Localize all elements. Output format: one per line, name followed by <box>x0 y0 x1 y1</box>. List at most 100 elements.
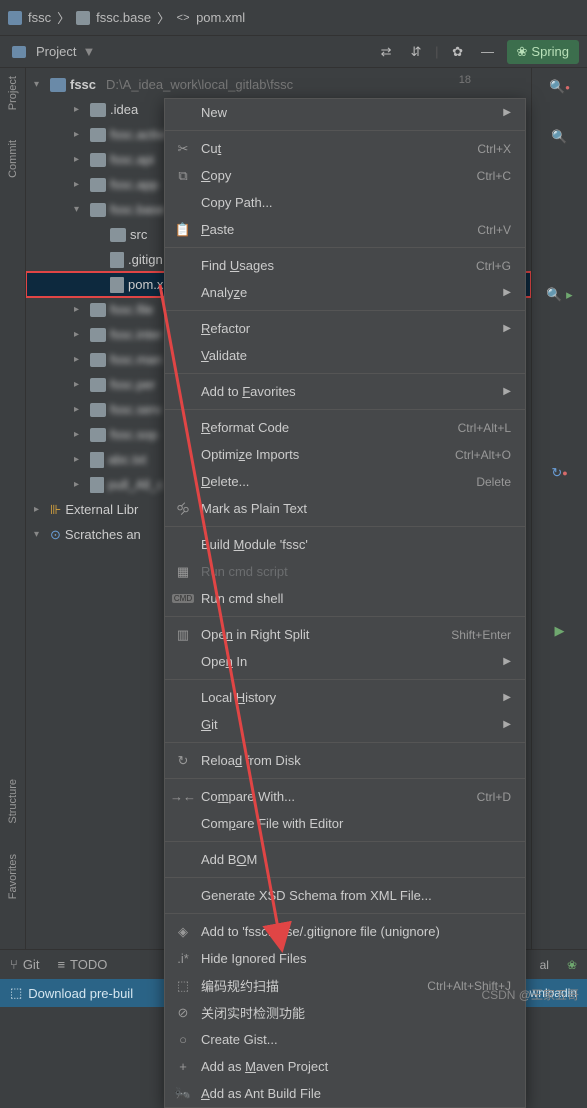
tree-label: fssc.file <box>110 302 153 317</box>
menu-item[interactable]: .i*Hide Ignored Files <box>165 945 525 972</box>
bc-root[interactable]: fssc <box>28 10 51 25</box>
menu-shortcut: Ctrl+D <box>477 790 511 804</box>
chevron-right-icon: ▸ <box>74 354 86 365</box>
toolbar: Project ▼ ⇄ ⇵ | ✿ — ❀ Spring <box>0 36 587 68</box>
tree-label: .idea <box>110 102 138 117</box>
menu-item[interactable]: 🐜Add as Ant Build File <box>165 1080 525 1107</box>
rail-commit[interactable]: Commit <box>7 140 19 178</box>
folder-icon <box>90 328 106 342</box>
bc-file[interactable]: pom.xml <box>196 10 245 25</box>
menu-item[interactable]: ▥Open in Right SplitShift+Enter <box>165 621 525 648</box>
↻-icon: ↻ <box>175 753 191 769</box>
chevron-right-icon: ▸ <box>74 379 86 390</box>
menu-item[interactable]: CMDRun cmd shell <box>165 585 525 612</box>
menu-label: 关闭实时检测功能 <box>201 1003 511 1022</box>
project-dropdown-icon[interactable] <box>8 41 30 63</box>
blank-icon <box>175 321 191 337</box>
git-tab[interactable]: ⑂Git <box>10 957 39 972</box>
tree-root[interactable]: ▾ fssc D:\A_idea_work\local_gitlab\fssc <box>26 72 531 97</box>
spring-button[interactable]: ❀ Spring <box>507 40 579 64</box>
feedback-icon[interactable]: 🔍 <box>546 126 574 148</box>
blank-icon <box>175 285 191 301</box>
menu-item[interactable]: ○Create Gist... <box>165 1026 525 1053</box>
select-opened-icon[interactable]: ⇄ <box>375 41 397 63</box>
menu-item[interactable]: ✂CutCtrl+X <box>165 135 525 162</box>
blank-icon <box>175 195 191 211</box>
menu-item[interactable]: Copy Path... <box>165 189 525 216</box>
menu-item[interactable]: Compare File with Editor <box>165 810 525 837</box>
tree-label: fssc.serv <box>110 402 161 417</box>
rail-favorites[interactable]: Favorites <box>7 854 19 899</box>
blank-icon <box>175 888 191 904</box>
xml-icon: <> <box>176 11 190 25</box>
menu-item[interactable]: 📋PasteCtrl+V <box>165 216 525 243</box>
menu-item[interactable]: Local History▶ <box>165 684 525 711</box>
folder-icon <box>90 353 106 367</box>
folder-icon <box>90 178 106 192</box>
menu-shortcut: Ctrl+Alt+O <box>455 448 511 462</box>
expand-icon[interactable]: ⇵ <box>405 41 427 63</box>
tree-label: pull_All_c <box>108 477 164 492</box>
menu-item[interactable]: Analyze▶ <box>165 279 525 306</box>
menu-item[interactable]: Open In▶ <box>165 648 525 675</box>
menu-label: Add as Ant Build File <box>201 1086 511 1101</box>
minimize-icon[interactable]: — <box>477 41 499 63</box>
menu-item[interactable]: Find UsagesCtrl+G <box>165 252 525 279</box>
menu-label: Local History <box>201 690 493 705</box>
project-icon <box>8 11 22 25</box>
play-icon[interactable]: ▶ <box>546 620 574 642</box>
library-icon: ⊪ <box>50 502 61 518</box>
chevron-right-icon: ▶ <box>503 719 511 730</box>
run-icon[interactable]: 🔍 ▸ <box>546 284 574 306</box>
todo-tab[interactable]: ≡TODO <box>57 957 107 972</box>
bug-icon[interactable]: 🔍● <box>546 76 574 98</box>
blank-icon <box>175 537 191 553</box>
menu-item[interactable]: Delete...Delete <box>165 468 525 495</box>
menu-item[interactable]: New▶ <box>165 99 525 126</box>
bottom-right[interactable]: al <box>540 958 549 972</box>
menu-shortcut: Ctrl+V <box>477 223 511 237</box>
chevron-right-icon: ▸ <box>74 154 86 165</box>
menu-shortcut: Ctrl+C <box>477 169 511 183</box>
menu-item[interactable]: Git▶ <box>165 711 525 738</box>
gear-icon[interactable]: ✿ <box>447 41 469 63</box>
menu-item[interactable]: →←Compare With...Ctrl+D <box>165 783 525 810</box>
menu-item[interactable]: 🝰Mark as Plain Text <box>165 495 525 522</box>
menu-item[interactable]: Generate XSD Schema from XML File... <box>165 882 525 909</box>
.i*-icon: .i* <box>175 951 191 967</box>
project-label[interactable]: Project <box>36 44 76 59</box>
menu-item[interactable]: Refactor▶ <box>165 315 525 342</box>
menu-item[interactable]: +Add as Maven Project <box>165 1053 525 1080</box>
menu-item[interactable]: ◈Add to 'fssc.base/.gitignore file (unig… <box>165 918 525 945</box>
chevron-right-icon: ▶ <box>503 386 511 397</box>
spring-bottom-icon[interactable]: ❀ <box>567 958 577 972</box>
menu-item[interactable]: ⊘关闭实时检测功能 <box>165 999 525 1026</box>
menu-separator <box>165 841 525 842</box>
menu-item[interactable]: Build Module 'fssc' <box>165 531 525 558</box>
menu-shortcut: Shift+Enter <box>451 628 511 642</box>
menu-label: Add to 'fssc.base/.gitignore file (unign… <box>201 924 511 939</box>
menu-item[interactable]: ↻Reload from Disk <box>165 747 525 774</box>
dropdown-icon[interactable]: ▼ <box>82 44 95 59</box>
list-icon: ≡ <box>57 957 65 972</box>
menu-item[interactable]: Optimize Imports Ctrl+Alt+O <box>165 441 525 468</box>
blank-icon <box>175 348 191 364</box>
rail-project[interactable]: Project <box>7 76 19 110</box>
menu-separator <box>165 616 525 617</box>
tree-label: fssc.inter <box>110 327 162 342</box>
menu-label: Compare File with Editor <box>201 816 511 831</box>
blank-icon <box>175 474 191 490</box>
menu-item[interactable]: Add BOM <box>165 846 525 873</box>
menu-label: Optimize Imports <box>201 447 445 462</box>
menu-item[interactable]: ⬚编码规约扫描Ctrl+Alt+Shift+J <box>165 972 525 999</box>
menu-item[interactable]: ⧉CopyCtrl+C <box>165 162 525 189</box>
sync-icon[interactable]: ↻● <box>546 462 574 484</box>
menu-item[interactable]: Add to Favorites▶ <box>165 378 525 405</box>
rail-structure[interactable]: Structure <box>7 779 19 824</box>
folder-icon <box>90 303 106 317</box>
menu-item[interactable]: Reformat CodeCtrl+Alt+L <box>165 414 525 441</box>
bc-mid[interactable]: fssc.base <box>96 10 151 25</box>
blank-icon <box>175 447 191 463</box>
menu-item[interactable]: Validate <box>165 342 525 369</box>
line-number: 18 <box>459 74 471 86</box>
